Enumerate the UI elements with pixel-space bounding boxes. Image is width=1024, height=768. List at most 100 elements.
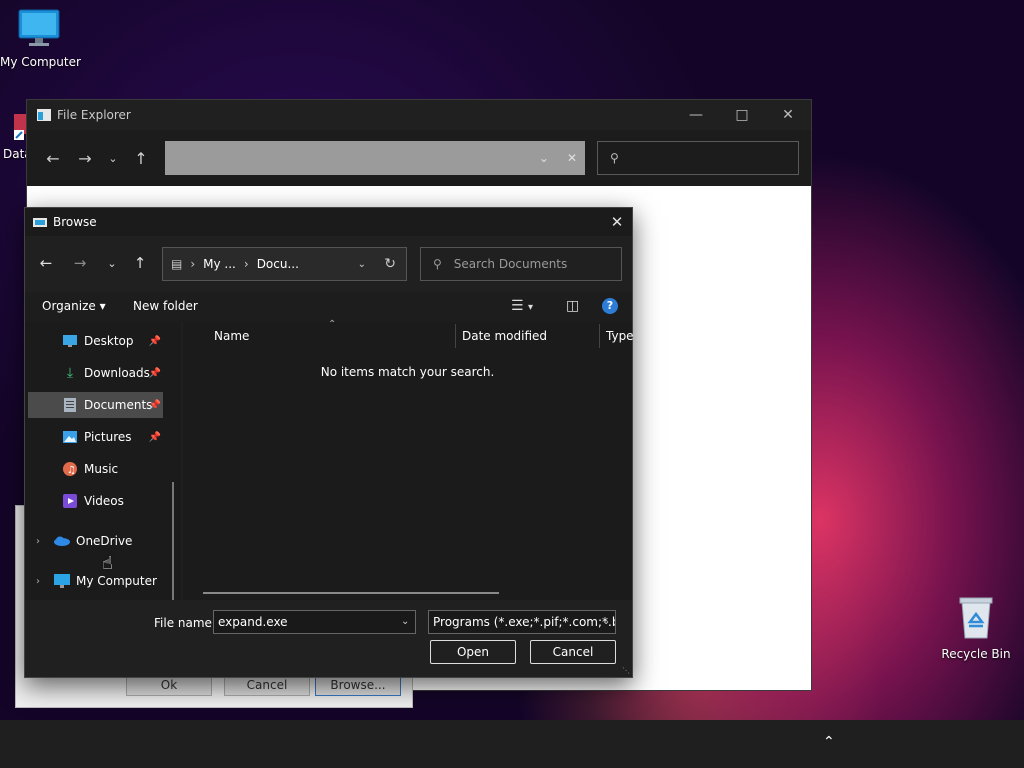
column-header-type[interactable]: Type	[606, 329, 634, 343]
browse-dialog: Browse ✕ ← → ⌄ ↑ ▤ › My ... › Docu... ⌄ …	[24, 207, 634, 678]
document-icon	[62, 397, 78, 413]
arrow-right-icon: →	[73, 254, 87, 272]
view-options-icon[interactable]: ☰ ▾	[511, 298, 533, 314]
column-header-date-modified[interactable]: Date modified	[462, 329, 547, 343]
sidebar-item-label: Desktop	[84, 334, 134, 348]
refresh-icon[interactable]: ↻	[384, 256, 396, 272]
explorer-icon	[37, 109, 51, 121]
arrow-up-icon: ↑	[133, 254, 147, 272]
cloud-icon	[54, 533, 70, 549]
column-divider[interactable]	[455, 324, 456, 348]
search-placeholder: Search Documents	[453, 257, 568, 271]
explorer-titlebar[interactable]: File Explorer — □ ✕	[27, 100, 811, 130]
close-icon[interactable]: ✕	[602, 213, 632, 231]
desktop-icon-label: Data	[3, 147, 28, 161]
recent-locations-button[interactable]: ⌄	[97, 248, 127, 278]
sidebar-item-onedrive[interactable]: › OneDrive	[28, 528, 163, 554]
close-button[interactable]: ✕	[765, 100, 811, 130]
sidebar-item-pictures[interactable]: Pictures 📌	[28, 424, 163, 450]
help-icon[interactable]: ?	[602, 298, 618, 314]
column-divider[interactable]	[599, 324, 600, 348]
sidebar-item-label: My Computer	[76, 574, 157, 588]
taskbar: ⌃	[0, 720, 1024, 768]
explorer-title: File Explorer	[57, 108, 131, 122]
up-button[interactable]: ↑	[125, 142, 157, 174]
up-button[interactable]: ↑	[125, 248, 155, 278]
breadcrumb[interactable]: ▤ › My ... › Docu... ⌄ ↻	[162, 247, 407, 281]
sort-ascending-icon: ⌃	[328, 319, 337, 330]
empty-message: No items match your search.	[320, 365, 495, 379]
arrow-left-icon: ←	[46, 148, 60, 168]
document-icon: ▤	[171, 257, 183, 271]
hand-cursor-icon: ☝	[102, 553, 113, 574]
chevron-down-icon[interactable]: ⌄	[539, 151, 549, 165]
file-name-label: File name:	[154, 616, 216, 630]
back-button[interactable]: ←	[31, 248, 61, 278]
arrow-right-icon: →	[78, 148, 92, 168]
chevron-down-icon: ⌄	[107, 256, 117, 270]
browse-titlebar[interactable]: Browse ✕	[25, 208, 632, 236]
browse-toolbar: Organize ▾ New folder ☰ ▾ ◫ ?	[25, 292, 632, 322]
organize-button[interactable]: Organize ▾	[42, 299, 106, 313]
pictures-icon	[62, 429, 78, 445]
file-name-input[interactable]: expand.exe	[213, 610, 416, 634]
chevron-down-icon[interactable]: ⌄	[602, 616, 610, 627]
recent-locations-button[interactable]: ⌄	[101, 142, 125, 174]
show-hidden-icons-chevron-icon[interactable]: ⌃	[823, 734, 835, 750]
chevron-right-icon[interactable]: ›	[36, 536, 40, 547]
sidebar-item-label: Documents	[84, 398, 153, 412]
maximize-button[interactable]: □	[719, 100, 765, 130]
file-list-scrollbar[interactable]	[203, 592, 499, 594]
recycle-bin-icon	[959, 597, 993, 639]
browse-title: Browse	[53, 215, 97, 229]
chevron-down-icon[interactable]: ⌄	[401, 616, 409, 627]
new-folder-button[interactable]: New folder	[133, 299, 198, 313]
sidebar-item-label: Videos	[84, 494, 124, 508]
chevron-down-icon[interactable]: ⌄	[358, 259, 366, 270]
explorer-address-bar[interactable]: ⌄ ✕	[165, 141, 585, 175]
back-button[interactable]: ←	[37, 142, 69, 174]
sidebar-item-documents[interactable]: Documents 📌	[28, 392, 163, 418]
minimize-button[interactable]: —	[673, 100, 719, 130]
sidebar-item-label: OneDrive	[76, 534, 133, 548]
sidebar-item-my-computer[interactable]: › My Computer	[28, 568, 163, 594]
column-header-row: ⌃ Name Date modified Type	[183, 319, 634, 350]
sidebar-item-label: Downloads	[84, 366, 150, 380]
computer-icon	[18, 9, 60, 46]
forward-button[interactable]: →	[65, 248, 95, 278]
arrow-left-icon: ←	[39, 254, 53, 272]
chevron-right-icon[interactable]: ›	[36, 576, 40, 587]
desktop-icon-my-computer[interactable]: My Computer	[0, 8, 81, 69]
sidebar-item-music[interactable]: ♫ Music	[28, 456, 163, 482]
computer-icon	[54, 573, 70, 589]
forward-button[interactable]: →	[69, 142, 101, 174]
chevron-down-icon: ⌄	[108, 151, 118, 165]
pin-icon: 📌	[148, 367, 161, 379]
file-type-select[interactable]: Programs (*.exe;*.pif;*.com;*.bat;*.cmd)	[428, 610, 616, 634]
explorer-search-box[interactable]: ⚲	[597, 141, 799, 175]
sidebar-item-desktop[interactable]: Desktop 📌	[28, 328, 163, 354]
search-icon: ⚲	[433, 257, 442, 271]
clear-icon[interactable]: ✕	[567, 151, 577, 165]
resize-grip-icon[interactable]: ⋱	[622, 666, 630, 675]
browse-navbar: ← → ⌄ ↑ ▤ › My ... › Docu... ⌄ ↻ ⚲ Searc…	[25, 236, 632, 292]
file-selection-area: File name: expand.exe ⌄ Programs (*.exe;…	[25, 600, 632, 677]
desktop-icon-data[interactable]: Data	[0, 110, 28, 161]
search-input[interactable]: ⚲ Search Documents	[420, 247, 622, 281]
arrow-up-icon: ↑	[134, 148, 148, 168]
sidebar-item-downloads[interactable]: ⤓ Downloads 📌	[28, 360, 163, 386]
breadcrumb-item[interactable]: My ...	[203, 257, 236, 271]
open-button[interactable]: Open	[430, 640, 516, 664]
cancel-button[interactable]: Cancel	[530, 640, 616, 664]
sidebar-item-videos[interactable]: Videos	[28, 488, 163, 514]
desktop-icon-recycle-bin[interactable]: Recycle Bin	[940, 596, 1012, 661]
sidebar-item-label: Music	[84, 462, 119, 476]
file-list: ⌃ Name Date modified Type No items match…	[183, 319, 634, 600]
column-header-name[interactable]: Name	[214, 329, 249, 343]
breadcrumb-item[interactable]: Docu...	[257, 257, 299, 271]
breadcrumb-separator-icon: ›	[243, 257, 249, 271]
desktop-icon-label: Recycle Bin	[941, 647, 1011, 661]
preview-pane-icon[interactable]: ◫	[566, 298, 579, 314]
search-icon: ⚲	[610, 151, 619, 165]
pin-icon: 📌	[148, 335, 161, 347]
